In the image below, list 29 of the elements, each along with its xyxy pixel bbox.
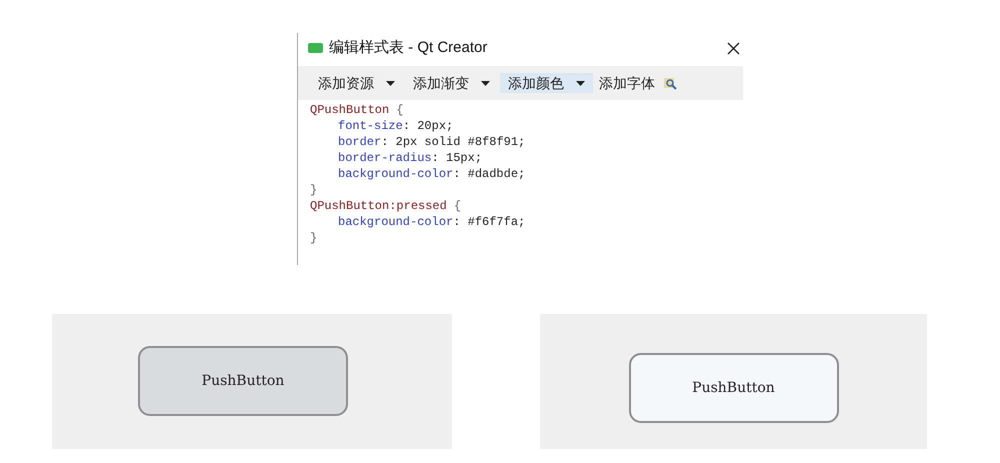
code-value: : 15px; bbox=[432, 150, 482, 166]
window-title: 编辑样式表 - Qt Creator bbox=[329, 38, 488, 58]
toolbar-dropdown[interactable]: 添加渐变 bbox=[405, 73, 498, 93]
toolbar-button[interactable]: 添加字体 bbox=[595, 73, 659, 93]
toolbar-dropdown[interactable]: 添加资源 bbox=[310, 73, 403, 93]
close-icon bbox=[726, 42, 740, 54]
caret-icon bbox=[481, 80, 490, 86]
code-value: : 20px; bbox=[402, 118, 454, 134]
code-value: : #dadbde; bbox=[453, 166, 526, 182]
code-brace: } bbox=[310, 182, 318, 198]
code-selector: QPushButton bbox=[310, 102, 390, 118]
code-property: background-color bbox=[338, 214, 454, 230]
push-button[interactable]: PushButton bbox=[138, 346, 348, 416]
caret-icon bbox=[576, 80, 585, 86]
code-brace: { bbox=[396, 102, 404, 118]
code-brace: { bbox=[454, 198, 462, 214]
code-property: background-color bbox=[338, 166, 454, 182]
code-property: border-radius bbox=[338, 150, 432, 166]
code-brace: } bbox=[310, 230, 318, 246]
code-property: border bbox=[338, 134, 382, 150]
code-value: : #f6f7fa; bbox=[453, 214, 526, 230]
code-selector: QPushButton:pressed bbox=[310, 198, 447, 214]
close-button[interactable] bbox=[725, 40, 741, 56]
push-button[interactable]: PushButton bbox=[628, 353, 838, 423]
app-logo-icon bbox=[308, 43, 323, 53]
code-value: : 2px solid #8f8f91; bbox=[381, 134, 526, 150]
code-property: font-size bbox=[338, 118, 403, 134]
caret-icon bbox=[386, 80, 395, 86]
toolbar-dropdown[interactable]: 添加颜色 bbox=[500, 73, 593, 93]
